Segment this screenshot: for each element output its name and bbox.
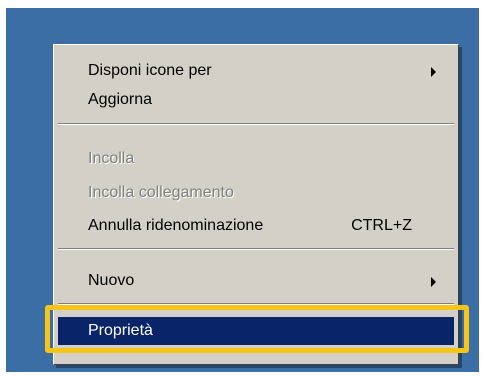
desktop-context-menu: Disponi icone per Aggiorna Incolla Incol… [53,44,459,365]
menu-item-undo-rename[interactable]: Annulla ridenominazione CTRL+Z [58,212,454,240]
menu-item-paste: Incolla [58,145,454,173]
menu-item-label: Nuovo [88,272,135,289]
menu-item-label: Annulla ridenominazione [88,217,264,234]
submenu-arrow-icon [431,67,436,77]
menu-separator [58,303,454,305]
menu-item-label: Aggiorna [88,91,153,108]
desktop[interactable]: Disponi icone per Aggiorna Incolla Incol… [6,8,479,372]
menu-item-shortcut: CTRL+Z [351,217,412,234]
menu-item-new[interactable]: Nuovo [58,267,454,295]
menu-item-label: Proprietà [88,322,153,339]
menu-separator [58,123,454,125]
menu-item-properties[interactable]: Proprietà [58,317,454,345]
menu-separator [58,248,454,250]
menu-item-label: Incolla collegamento [88,184,234,201]
menu-item-label: Incolla [88,150,135,167]
menu-item-label: Disponi icone per [88,62,212,79]
menu-item-paste-shortcut: Incolla collegamento [58,179,454,207]
menu-item-refresh[interactable]: Aggiorna [58,86,454,114]
menu-item-arrange-icons[interactable]: Disponi icone per [58,57,454,85]
submenu-arrow-icon [431,277,436,287]
